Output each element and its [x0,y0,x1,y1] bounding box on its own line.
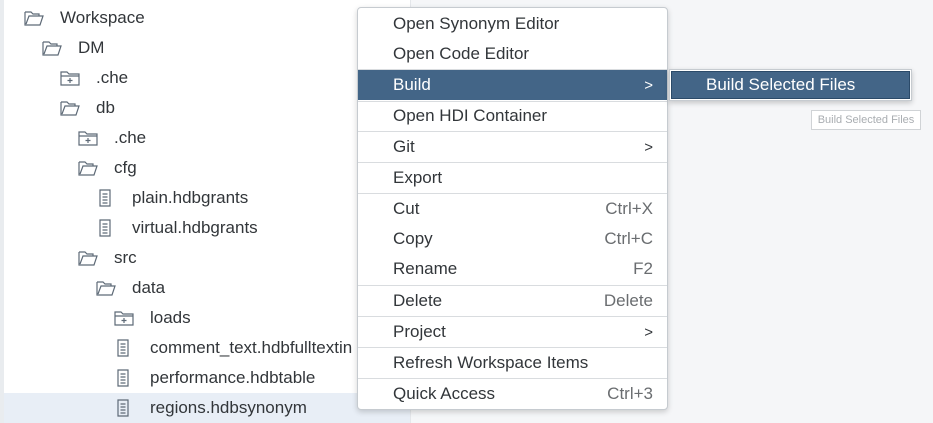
tree-item-cfg[interactable]: cfg [4,153,410,183]
chevron-right-icon: > [644,323,653,341]
tree-item-label: .che [96,68,129,87]
menu-item-copy[interactable]: Copy Ctrl+C [358,224,667,254]
tree-item-workspace[interactable]: Workspace [4,3,410,33]
file-icon [114,339,134,357]
tree-item-db[interactable]: db [4,93,410,123]
folder-collapsed-icon [114,309,134,327]
menu-item-cut[interactable]: Cut Ctrl+X [358,194,667,224]
tree-item-label: plain.hdbgrants [132,188,249,207]
tree-item-src[interactable]: src [4,243,410,273]
tree-item-data[interactable]: data [4,273,410,303]
tree-item-che[interactable]: .che [4,63,410,93]
tree-item-virtual-hdbgrants[interactable]: virtual.hdbgrants [4,213,410,243]
tree-item-loads[interactable]: loads [4,303,410,333]
file-icon [114,369,134,387]
menu-item-build[interactable]: Build > [358,70,667,100]
folder-open-icon [24,9,44,27]
tree-item-label: comment_text.hdbfulltextin [150,338,353,357]
chevron-right-icon: > [644,76,653,94]
tree-item-comment-text[interactable]: comment_text.hdbfulltextin [4,333,410,363]
menu-item-delete[interactable]: Delete Delete [358,286,667,316]
tree-item-label: db [96,98,115,117]
tooltip-build-selected-files: Build Selected Files [811,110,921,130]
folder-open-icon [60,99,80,117]
workspace-tree: Workspace DM .che db .che cfg plain.hdbg… [0,0,411,423]
menu-item-quick-access[interactable]: Quick Access Ctrl+3 [358,379,667,409]
menu-item-export[interactable]: Export [358,163,667,193]
menu-item-git[interactable]: Git > [358,132,667,162]
tree-item-label: regions.hdbsynonym [150,398,307,417]
shortcut-label: F2 [633,259,653,278]
file-icon [96,219,116,237]
menu-item-open-code-editor[interactable]: Open Code Editor [358,39,667,69]
menu-item-refresh-workspace-items[interactable]: Refresh Workspace Items [358,348,667,378]
folder-collapsed-icon [60,69,80,87]
shortcut-label: Ctrl+3 [607,384,653,403]
menu-item-rename[interactable]: Rename F2 [358,254,667,284]
shortcut-label: Ctrl+C [604,229,653,248]
tree-item-regions[interactable]: regions.hdbsynonym [4,393,410,423]
build-submenu: Build Selected Files [669,69,912,101]
chevron-right-icon: > [644,138,653,156]
folder-open-icon [78,159,98,177]
tree-item-label: Workspace [60,8,145,27]
file-icon [96,189,116,207]
folder-open-icon [42,39,62,57]
tree-item-label: loads [150,308,191,327]
tree-item-label: virtual.hdbgrants [132,218,258,237]
folder-collapsed-icon [78,129,98,147]
tree-item-label: DM [78,38,105,57]
tree-item-plain-hdbgrants[interactable]: plain.hdbgrants [4,183,410,213]
shortcut-label: Ctrl+X [605,199,653,218]
tree-item-label: .che [114,128,147,147]
context-menu: Open Synonym Editor Open Code Editor Bui… [357,7,668,410]
menu-item-project[interactable]: Project > [358,317,667,347]
tree-item-performance[interactable]: performance.hdbtable [4,363,410,393]
menu-item-build-selected-files[interactable]: Build Selected Files [671,71,910,99]
folder-open-icon [78,249,98,267]
tree-item-label: data [132,278,166,297]
menu-item-open-synonym-editor[interactable]: Open Synonym Editor [358,9,667,39]
folder-open-icon [96,279,116,297]
tree-item-label: performance.hdbtable [150,368,316,387]
shortcut-label: Delete [603,291,653,310]
menu-item-open-hdi-container[interactable]: Open HDI Container [358,101,667,131]
file-icon [114,399,134,417]
tree-item-label: cfg [114,158,137,177]
tree-item-dm[interactable]: DM [4,33,410,63]
tree-item-db-che[interactable]: .che [4,123,410,153]
tree-item-label: src [114,248,137,267]
